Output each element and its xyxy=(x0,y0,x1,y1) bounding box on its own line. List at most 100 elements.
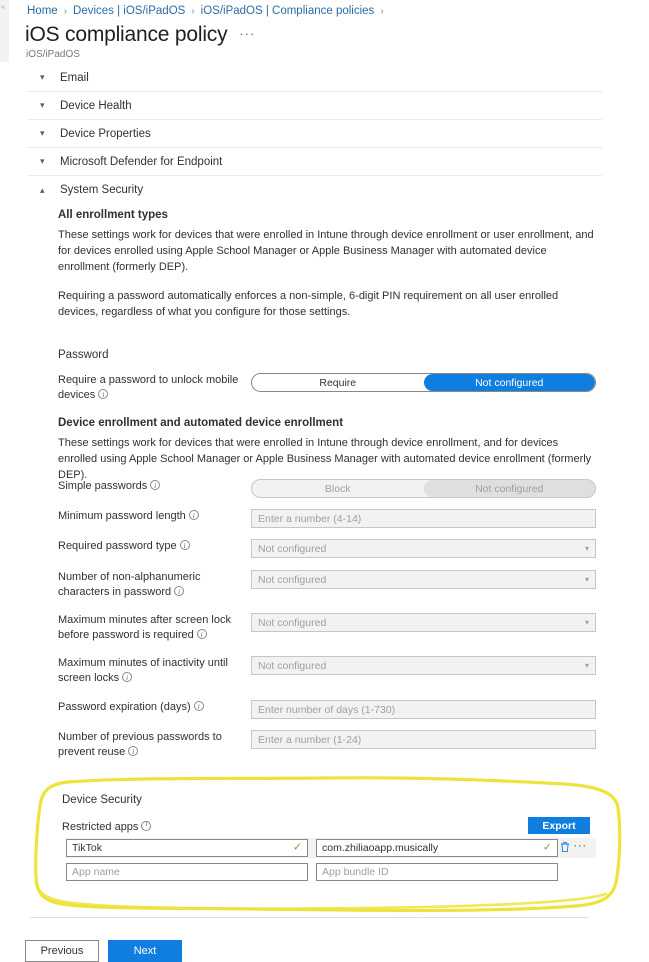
label-simple-passwords: Simple passwords xyxy=(58,479,251,494)
all-enrollment-para-2-wrap: Requiring a password automatically enfor… xyxy=(58,288,596,320)
input-minimum-password-length[interactable]: Enter a number (4-14) xyxy=(251,509,596,528)
row-required-password-type: Required password type Not configured ▾ xyxy=(58,539,596,558)
all-enrollment-paragraph-2: Requiring a password automatically enfor… xyxy=(58,290,559,318)
row-max-minutes-screen-lock: Maximum minutes after screen lock before… xyxy=(58,613,596,642)
chevron-down-icon: ▾ xyxy=(40,72,45,82)
breadcrumb-item-compliance-policies[interactable]: iOS/iPadOS | Compliance policies xyxy=(201,5,375,17)
row-simple-passwords: Simple passwords Block Not configured xyxy=(58,479,596,498)
accordion-label-system-security: System Security xyxy=(60,184,144,196)
row-more-options-icon[interactable]: ··· xyxy=(572,839,588,851)
device-enrollment-para-wrap: These settings work for devices that wer… xyxy=(58,435,596,483)
info-icon[interactable] xyxy=(188,509,199,524)
input-previous-passwords[interactable]: Enter a number (1-24) xyxy=(251,730,596,749)
all-enrollment-paragraph-1: These settings work for devices that wer… xyxy=(58,229,594,273)
accordion-item-device-health[interactable]: ▾ Device Health xyxy=(27,92,602,120)
row-previous-passwords: Number of previous passwords to prevent … xyxy=(58,730,596,759)
footer-divider xyxy=(30,917,588,918)
restricted-apps-grid: TikTok ✓ com.zhiliaoapp.musically ✓ ··· … xyxy=(66,838,596,882)
breadcrumb-separator-icon: › xyxy=(63,5,68,17)
info-icon[interactable] xyxy=(122,671,133,685)
label-minimum-password-length: Minimum password length xyxy=(58,509,251,524)
label-previous-passwords: Number of previous passwords to prevent … xyxy=(58,730,251,759)
app-bundle-id-placeholder: App bundle ID xyxy=(322,866,389,878)
page-title-row: iOS compliance policy ··· xyxy=(25,24,255,45)
control-minimum-password-length: Enter a number (4-14) xyxy=(251,509,596,528)
row-require-password: Require a password to unlock mobile devi… xyxy=(58,373,596,402)
all-enrollment-types-heading: All enrollment types xyxy=(58,209,168,221)
toggle-option-require[interactable]: Require xyxy=(252,374,424,391)
breadcrumb-item-home[interactable]: Home xyxy=(27,5,58,17)
accordion-label-email: Email xyxy=(60,71,89,84)
info-icon[interactable] xyxy=(128,745,139,759)
select-max-minutes-screen-lock[interactable]: Not configured ▾ xyxy=(251,613,596,632)
control-previous-passwords: Enter a number (1-24) xyxy=(251,730,596,749)
label-require-password: Require a password to unlock mobile devi… xyxy=(58,373,251,402)
input-app-name[interactable]: App name xyxy=(66,863,308,881)
toggle-require-password[interactable]: Require Not configured xyxy=(251,373,596,392)
settings-accordion: ▾ Email ▾ Device Health ▾ Device Propert… xyxy=(27,64,602,204)
info-icon[interactable] xyxy=(98,388,109,402)
toggle-option-not-configured[interactable]: Not configured xyxy=(423,480,595,497)
control-max-minutes-inactivity: Not configured ▾ xyxy=(251,656,596,675)
select-value: Not configured xyxy=(258,542,327,555)
toggle-option-block[interactable]: Block xyxy=(252,480,424,497)
page-more-menu-icon[interactable]: ··· xyxy=(239,27,255,40)
info-icon[interactable] xyxy=(150,479,161,494)
row-password-expiration: Password expiration (days) Enter number … xyxy=(58,700,596,719)
delete-row-icon[interactable] xyxy=(558,841,572,855)
info-icon[interactable] xyxy=(193,700,204,715)
row-non-alphanumeric-characters: Number of non-alphanumeric characters in… xyxy=(58,570,596,599)
input-placeholder: Enter a number (4-14) xyxy=(258,512,362,525)
sidebar-edge-sliver: « xyxy=(0,0,9,62)
label-non-alphanumeric-characters: Number of non-alphanumeric characters in… xyxy=(58,570,251,599)
input-app-bundle-id[interactable]: com.zhiliaoapp.musically ✓ xyxy=(316,839,558,857)
toggle-simple-passwords[interactable]: Block Not configured xyxy=(251,479,596,498)
control-require-password: Require Not configured xyxy=(251,373,596,392)
device-enrollment-heading-wrap: Device enrollment and automated device e… xyxy=(58,417,596,429)
chevron-down-icon: ▾ xyxy=(40,156,45,166)
select-required-password-type[interactable]: Not configured ▾ xyxy=(251,539,596,558)
control-required-password-type: Not configured ▾ xyxy=(251,539,596,558)
previous-button[interactable]: Previous xyxy=(25,940,99,962)
next-button[interactable]: Next xyxy=(108,940,182,962)
select-max-minutes-inactivity[interactable]: Not configured ▾ xyxy=(251,656,596,675)
export-button[interactable]: Export xyxy=(528,817,590,834)
chevron-down-icon: ▾ xyxy=(40,100,45,110)
chevron-down-icon: ▾ xyxy=(584,618,589,627)
accordion-item-defender-endpoint[interactable]: ▾ Microsoft Defender for Endpoint xyxy=(27,148,602,176)
row-max-minutes-inactivity: Maximum minutes of inactivity until scre… xyxy=(58,656,596,685)
toggle-option-not-configured[interactable]: Not configured xyxy=(423,374,595,391)
chevron-down-icon: ▾ xyxy=(584,544,589,553)
label-required-password-type: Required password type xyxy=(58,539,251,554)
accordion-item-device-properties[interactable]: ▾ Device Properties xyxy=(27,120,602,148)
info-icon[interactable] xyxy=(196,628,207,642)
input-app-name[interactable]: TikTok ✓ xyxy=(66,839,308,857)
accordion-label-defender-endpoint: Microsoft Defender for Endpoint xyxy=(60,155,223,168)
label-max-minutes-screen-lock: Maximum minutes after screen lock before… xyxy=(58,613,251,642)
accordion-label-device-health: Device Health xyxy=(60,99,132,112)
select-value: Not configured xyxy=(258,616,327,629)
input-placeholder: Enter a number (1-24) xyxy=(258,733,362,746)
info-icon[interactable] xyxy=(179,539,190,554)
device-enrollment-paragraph: These settings work for devices that wer… xyxy=(58,437,592,481)
page-subtitle: iOS/iPadOS xyxy=(26,49,80,60)
app-bundle-id-value: com.zhiliaoapp.musically xyxy=(322,842,439,854)
all-enrollment-para-1-wrap: These settings work for devices that wer… xyxy=(58,227,596,275)
select-non-alphanumeric-characters[interactable]: Not configured ▾ xyxy=(251,570,596,589)
accordion-item-system-security[interactable]: ▴ System Security xyxy=(27,176,602,204)
label-password-expiration: Password expiration (days) xyxy=(58,700,251,715)
device-enrollment-heading: Device enrollment and automated device e… xyxy=(58,417,344,429)
info-icon[interactable] xyxy=(141,820,152,831)
info-icon[interactable] xyxy=(174,585,185,599)
accordion-item-email[interactable]: ▾ Email xyxy=(27,64,602,92)
control-non-alphanumeric-characters: Not configured ▾ xyxy=(251,570,596,589)
valid-check-icon: ✓ xyxy=(292,841,302,854)
input-password-expiration[interactable]: Enter number of days (1-730) xyxy=(251,700,596,719)
collapse-sidebar-icon[interactable]: « xyxy=(1,4,5,11)
chevron-up-icon: ▴ xyxy=(40,184,45,195)
input-app-bundle-id[interactable]: App bundle ID xyxy=(316,863,558,881)
breadcrumb-item-devices[interactable]: Devices | iOS/iPadOS xyxy=(73,5,185,17)
restricted-app-row: TikTok ✓ com.zhiliaoapp.musically ✓ ··· xyxy=(66,838,596,858)
control-simple-passwords: Block Not configured xyxy=(251,479,596,498)
restricted-app-row: App name App bundle ID xyxy=(66,862,596,882)
